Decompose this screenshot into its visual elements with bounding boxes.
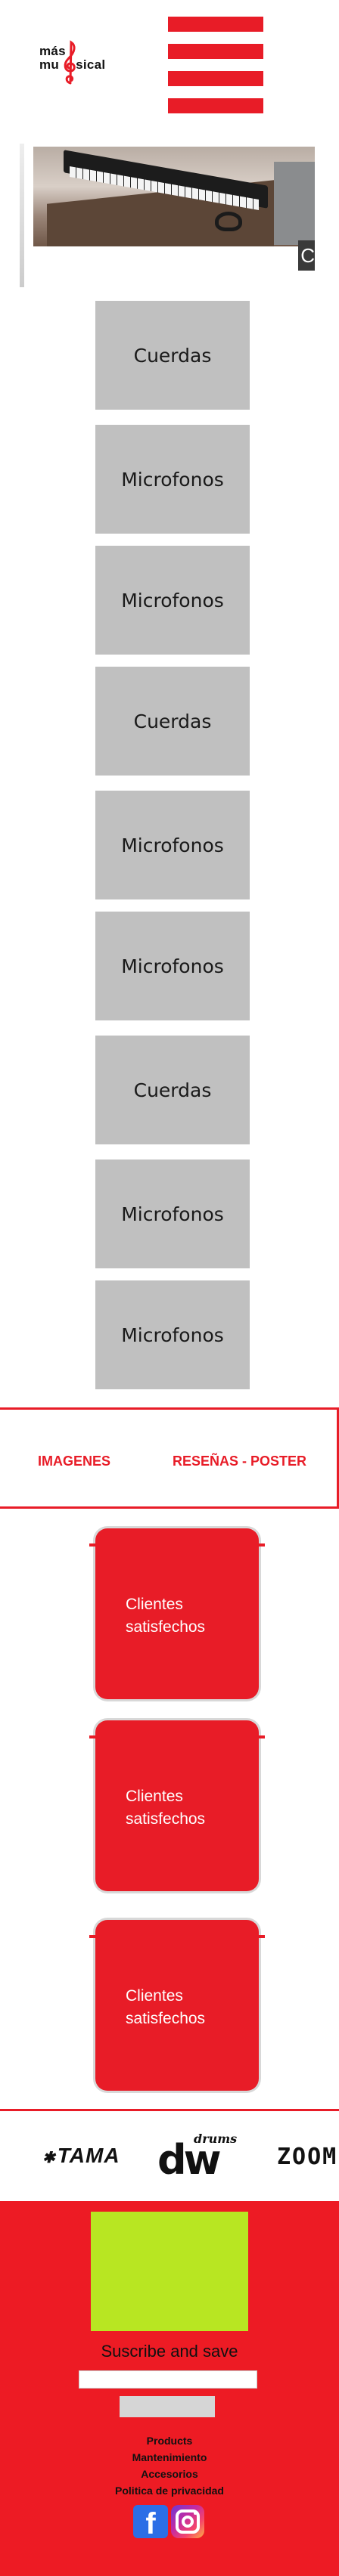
hamburger-menu-button[interactable] [168, 17, 263, 113]
review-line-2: satisfechos [126, 2010, 206, 2027]
tama-star-icon: ✱ [42, 2150, 56, 2166]
category-label: Microfonos [121, 1324, 224, 1346]
category-tile[interactable]: Microfonos [95, 425, 250, 534]
category-tile[interactable]: Cuerdas [95, 301, 250, 410]
card-tick [89, 1935, 97, 1938]
brand-logo-zoom[interactable]: ZOOM [277, 2144, 337, 2170]
logo-text-bottom: mu sical [39, 57, 105, 73]
review-text: Clientes satisfechos [126, 1593, 205, 1639]
hero-image [33, 147, 315, 246]
logo-text-bottom-start: mu [39, 57, 60, 72]
footer-link-privacidad[interactable]: Politica de privacidad [0, 2482, 339, 2499]
category-label: Microfonos [121, 1203, 224, 1225]
carousel-edge [20, 144, 24, 287]
review-line-1: Clientes [126, 1788, 183, 1805]
social-links: f [133, 2505, 206, 2540]
brands-divider [0, 2109, 339, 2111]
subscribe-title: Suscribe and save [101, 2342, 238, 2361]
hero-badge: C [298, 240, 315, 271]
review-text: Clientes satisfechos [126, 1785, 205, 1831]
instagram-dot [194, 2512, 197, 2515]
review-line-2: satisfechos [126, 1810, 206, 1828]
hamburger-bar [168, 98, 263, 113]
tab-resenas-poster[interactable]: RESEÑAS - POSTER [173, 1454, 306, 1469]
hero-banner: C [0, 136, 339, 295]
facebook-icon[interactable]: f [133, 2505, 168, 2540]
brand-dw-big: dw [157, 2136, 222, 2184]
category-tile[interactable]: Microfonos [95, 1280, 250, 1389]
brand-logo[interactable]: más mu sical [39, 39, 123, 85]
content-tabs: IMAGENES RESEÑAS - POSTER [0, 1407, 339, 1509]
category-tile[interactable]: Microfonos [95, 546, 250, 655]
category-label: Cuerdas [133, 1079, 212, 1101]
site-footer: Suscribe and save Products Mantenimiento… [0, 2201, 339, 2576]
category-tile[interactable]: Microfonos [95, 1160, 250, 1268]
review-card[interactable]: Clientes satisfechos [89, 1720, 265, 1891]
category-tile[interactable]: Cuerdas [95, 1036, 250, 1144]
email-input[interactable] [79, 2370, 257, 2389]
card-tick [89, 1735, 97, 1738]
category-label: Cuerdas [133, 710, 212, 732]
hamburger-bar [168, 17, 263, 32]
footer-link-products[interactable]: Products [0, 2432, 339, 2449]
category-label: Microfonos [121, 589, 224, 611]
category-tile[interactable]: Microfonos [95, 912, 250, 1020]
hamburger-bar [168, 71, 263, 86]
footer-link-accesorios[interactable]: Accesorios [0, 2466, 339, 2482]
card-tick [257, 1735, 265, 1738]
footer-link-mantenimiento[interactable]: Mantenimiento [0, 2449, 339, 2466]
hamburger-bar [168, 44, 263, 59]
hero-stand [274, 162, 315, 245]
instagram-icon[interactable] [171, 2505, 204, 2538]
review-card[interactable]: Clientes satisfechos [89, 1528, 265, 1699]
review-line-1: Clientes [126, 1596, 183, 1613]
review-line-1: Clientes [126, 1987, 183, 2005]
category-label: Microfonos [121, 955, 224, 977]
brand-logo-dw[interactable]: drums dw [156, 2132, 241, 2184]
card-tick [257, 1543, 265, 1547]
brand-tama-text: TAMA [57, 2144, 120, 2167]
brand-logo-tama[interactable]: ✱TAMA [42, 2144, 120, 2168]
card-tick [257, 1935, 265, 1938]
promo-image [91, 2212, 248, 2331]
review-text: Clientes satisfechos [126, 1985, 205, 2030]
brand-strip: ✱TAMA drums dw ZOOM [23, 2121, 339, 2189]
logo-text-bottom-end: sical [76, 57, 106, 72]
subscribe-button[interactable] [120, 2396, 215, 2417]
category-tile[interactable]: Microfonos [95, 791, 250, 899]
site-header: más mu sical [0, 0, 339, 136]
review-line-2: satisfechos [126, 1618, 206, 1636]
category-label: Cuerdas [133, 344, 212, 367]
footer-links: Products Mantenimiento Accesorios Politi… [0, 2432, 339, 2499]
card-tick [89, 1543, 97, 1547]
category-tile[interactable]: Cuerdas [95, 667, 250, 776]
category-label: Microfonos [121, 468, 224, 491]
category-label: Microfonos [121, 834, 224, 856]
instagram-lens [182, 2516, 194, 2528]
headphones-icon [215, 212, 242, 231]
tab-imagenes[interactable]: IMAGENES [38, 1454, 110, 1469]
review-card[interactable]: Clientes satisfechos [89, 1920, 265, 2091]
